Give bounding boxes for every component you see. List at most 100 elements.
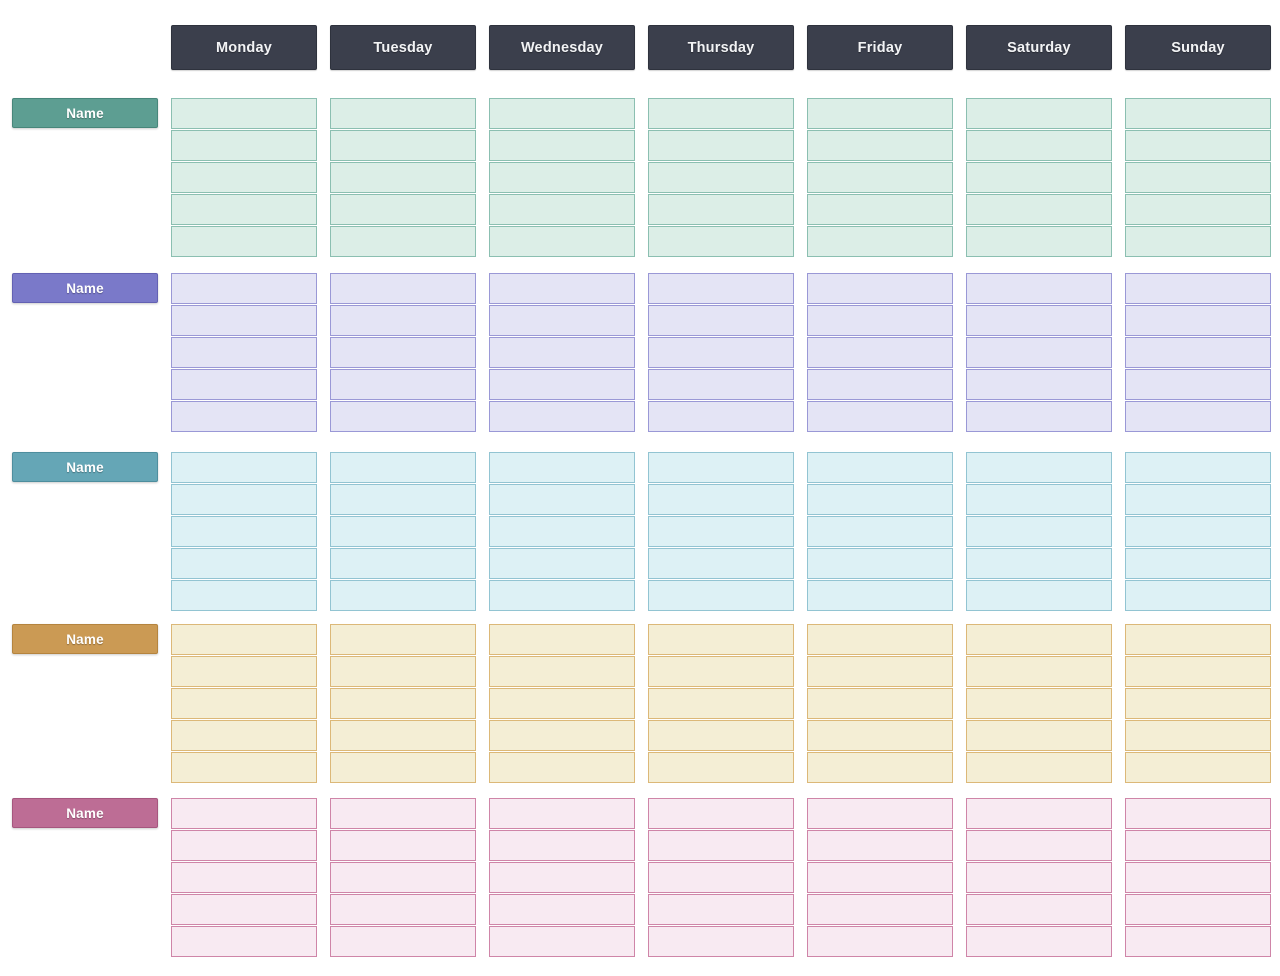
entry-cell[interactable] bbox=[807, 656, 953, 687]
entry-cell[interactable] bbox=[330, 830, 476, 861]
entry-cell[interactable] bbox=[171, 401, 317, 432]
entry-cell[interactable] bbox=[807, 580, 953, 611]
entry-cell[interactable] bbox=[171, 337, 317, 368]
row-name-bar-3[interactable]: Name bbox=[12, 452, 158, 482]
entry-cell[interactable] bbox=[489, 305, 635, 336]
entry-cell[interactable] bbox=[1125, 862, 1271, 893]
entry-cell[interactable] bbox=[966, 273, 1112, 304]
entry-cell[interactable] bbox=[807, 548, 953, 579]
entry-cell[interactable] bbox=[1125, 130, 1271, 161]
entry-cell[interactable] bbox=[648, 194, 794, 225]
entry-cell[interactable] bbox=[171, 484, 317, 515]
entry-cell[interactable] bbox=[171, 720, 317, 751]
entry-cell[interactable] bbox=[648, 98, 794, 129]
entry-cell[interactable] bbox=[966, 369, 1112, 400]
entry-cell[interactable] bbox=[330, 130, 476, 161]
entry-cell[interactable] bbox=[648, 401, 794, 432]
entry-cell[interactable] bbox=[966, 752, 1112, 783]
entry-cell[interactable] bbox=[807, 369, 953, 400]
entry-cell[interactable] bbox=[807, 516, 953, 547]
entry-cell[interactable] bbox=[330, 162, 476, 193]
entry-cell[interactable] bbox=[966, 194, 1112, 225]
entry-cell[interactable] bbox=[1125, 337, 1271, 368]
entry-cell[interactable] bbox=[648, 830, 794, 861]
entry-cell[interactable] bbox=[330, 862, 476, 893]
entry-cell[interactable] bbox=[489, 752, 635, 783]
entry-cell[interactable] bbox=[171, 656, 317, 687]
entry-cell[interactable] bbox=[489, 194, 635, 225]
entry-cell[interactable] bbox=[1125, 752, 1271, 783]
entry-cell[interactable] bbox=[489, 98, 635, 129]
entry-cell[interactable] bbox=[171, 369, 317, 400]
entry-cell[interactable] bbox=[648, 548, 794, 579]
entry-cell[interactable] bbox=[330, 226, 476, 257]
entry-cell[interactable] bbox=[648, 484, 794, 515]
entry-cell[interactable] bbox=[1125, 830, 1271, 861]
entry-cell[interactable] bbox=[807, 98, 953, 129]
entry-cell[interactable] bbox=[648, 337, 794, 368]
entry-cell[interactable] bbox=[966, 548, 1112, 579]
entry-cell[interactable] bbox=[489, 369, 635, 400]
entry-cell[interactable] bbox=[171, 798, 317, 829]
entry-cell[interactable] bbox=[1125, 656, 1271, 687]
day-header-friday[interactable]: Friday bbox=[807, 25, 953, 70]
entry-cell[interactable] bbox=[171, 894, 317, 925]
entry-cell[interactable] bbox=[966, 862, 1112, 893]
entry-cell[interactable] bbox=[966, 130, 1112, 161]
row-name-bar-4[interactable]: Name bbox=[12, 624, 158, 654]
entry-cell[interactable] bbox=[1125, 548, 1271, 579]
entry-cell[interactable] bbox=[171, 98, 317, 129]
entry-cell[interactable] bbox=[489, 337, 635, 368]
entry-cell[interactable] bbox=[807, 162, 953, 193]
entry-cell[interactable] bbox=[330, 194, 476, 225]
entry-cell[interactable] bbox=[171, 162, 317, 193]
entry-cell[interactable] bbox=[648, 162, 794, 193]
entry-cell[interactable] bbox=[1125, 580, 1271, 611]
entry-cell[interactable] bbox=[1125, 798, 1271, 829]
entry-cell[interactable] bbox=[1125, 926, 1271, 957]
day-header-tuesday[interactable]: Tuesday bbox=[330, 25, 476, 70]
entry-cell[interactable] bbox=[648, 752, 794, 783]
entry-cell[interactable] bbox=[807, 926, 953, 957]
entry-cell[interactable] bbox=[966, 484, 1112, 515]
entry-cell[interactable] bbox=[330, 580, 476, 611]
entry-cell[interactable] bbox=[807, 862, 953, 893]
entry-cell[interactable] bbox=[966, 926, 1112, 957]
entry-cell[interactable] bbox=[489, 720, 635, 751]
entry-cell[interactable] bbox=[648, 656, 794, 687]
entry-cell[interactable] bbox=[807, 894, 953, 925]
entry-cell[interactable] bbox=[807, 624, 953, 655]
day-header-monday[interactable]: Monday bbox=[171, 25, 317, 70]
day-header-thursday[interactable]: Thursday bbox=[648, 25, 794, 70]
entry-cell[interactable] bbox=[1125, 624, 1271, 655]
entry-cell[interactable] bbox=[966, 162, 1112, 193]
entry-cell[interactable] bbox=[1125, 273, 1271, 304]
entry-cell[interactable] bbox=[330, 401, 476, 432]
entry-cell[interactable] bbox=[171, 130, 317, 161]
entry-cell[interactable] bbox=[648, 580, 794, 611]
entry-cell[interactable] bbox=[489, 894, 635, 925]
entry-cell[interactable] bbox=[171, 452, 317, 483]
entry-cell[interactable] bbox=[807, 194, 953, 225]
entry-cell[interactable] bbox=[648, 516, 794, 547]
entry-cell[interactable] bbox=[489, 548, 635, 579]
entry-cell[interactable] bbox=[648, 798, 794, 829]
entry-cell[interactable] bbox=[648, 894, 794, 925]
entry-cell[interactable] bbox=[489, 484, 635, 515]
entry-cell[interactable] bbox=[489, 656, 635, 687]
entry-cell[interactable] bbox=[330, 548, 476, 579]
entry-cell[interactable] bbox=[171, 688, 317, 719]
entry-cell[interactable] bbox=[966, 688, 1112, 719]
row-name-bar-5[interactable]: Name bbox=[12, 798, 158, 828]
entry-cell[interactable] bbox=[648, 624, 794, 655]
day-header-saturday[interactable]: Saturday bbox=[966, 25, 1112, 70]
entry-cell[interactable] bbox=[1125, 484, 1271, 515]
entry-cell[interactable] bbox=[1125, 226, 1271, 257]
entry-cell[interactable] bbox=[1125, 162, 1271, 193]
entry-cell[interactable] bbox=[648, 226, 794, 257]
entry-cell[interactable] bbox=[489, 162, 635, 193]
entry-cell[interactable] bbox=[330, 894, 476, 925]
entry-cell[interactable] bbox=[966, 98, 1112, 129]
entry-cell[interactable] bbox=[489, 830, 635, 861]
entry-cell[interactable] bbox=[171, 624, 317, 655]
